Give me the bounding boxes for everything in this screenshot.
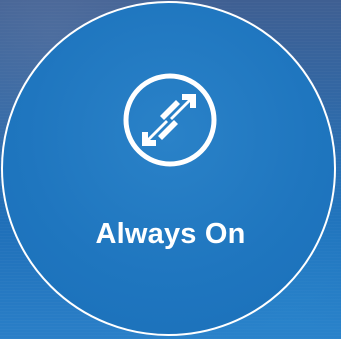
- tile-label: Always On: [95, 218, 246, 250]
- sync-arrows-icon: [120, 70, 220, 170]
